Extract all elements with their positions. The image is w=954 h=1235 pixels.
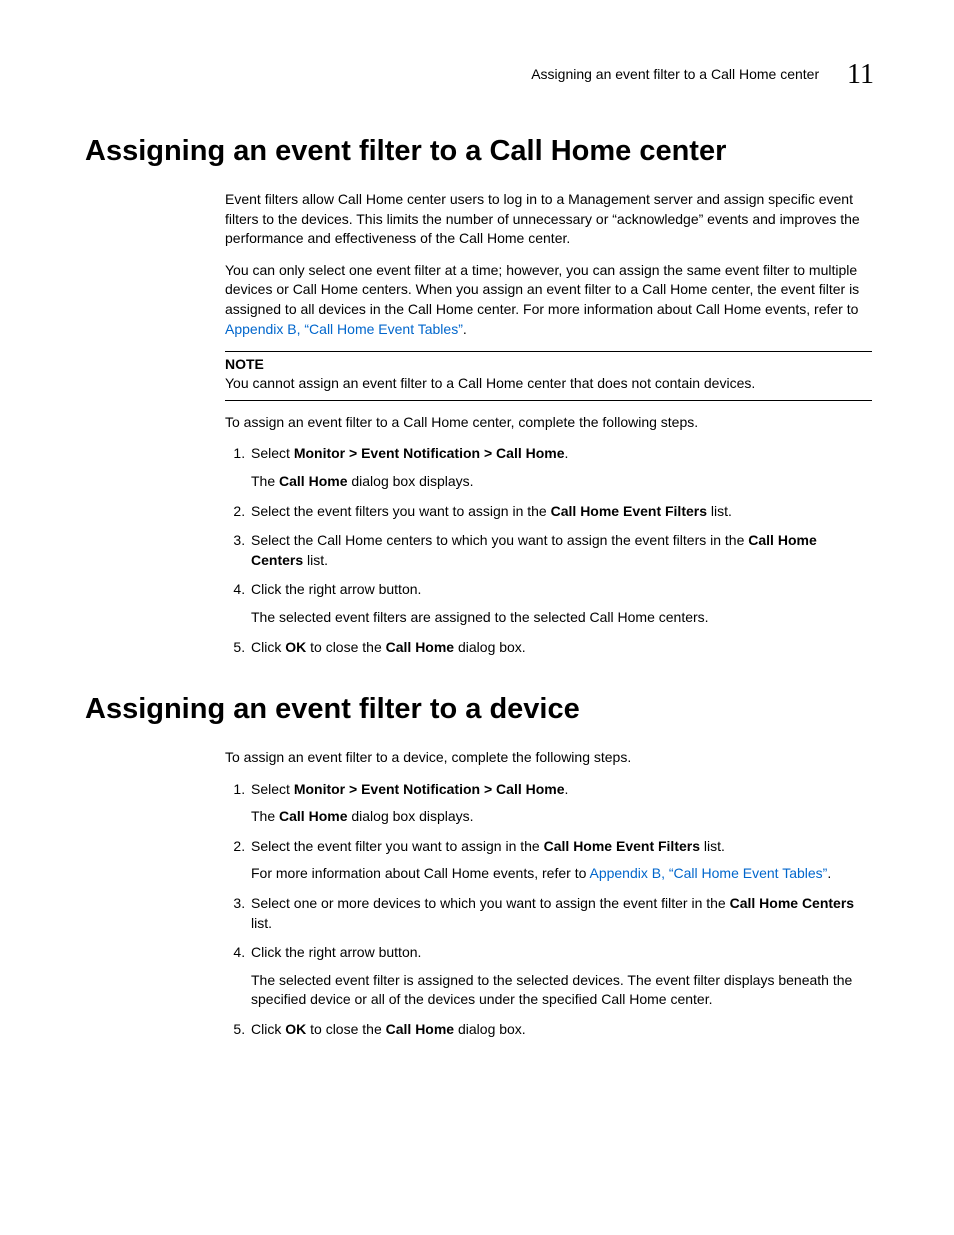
step-item: Click OK to close the Call Home dialog b… xyxy=(249,638,872,658)
paragraph: You can only select one event filter at … xyxy=(225,261,872,339)
step-item: Click OK to close the Call Home dialog b… xyxy=(249,1020,872,1040)
menu-path: Monitor > Event Notification > Call Home xyxy=(294,781,565,797)
document-page: Assigning an event filter to a Call Home… xyxy=(0,0,954,1235)
section-body: Event filters allow Call Home center use… xyxy=(225,190,872,657)
note-text: You cannot assign an event filter to a C… xyxy=(225,374,872,394)
paragraph: To assign an event filter to a device, c… xyxy=(225,748,872,768)
step-substep: The Call Home dialog box displays. xyxy=(251,807,872,827)
paragraph: Event filters allow Call Home center use… xyxy=(225,190,872,249)
step-item: Select the event filter you want to assi… xyxy=(249,837,872,884)
step-substep: The selected event filter is assigned to… xyxy=(251,971,872,1010)
step-substep: The selected event filters are assigned … xyxy=(251,608,872,628)
step-list: Select Monitor > Event Notification > Ca… xyxy=(225,780,872,1040)
note-label: NOTE xyxy=(225,356,872,372)
section-body: To assign an event filter to a device, c… xyxy=(225,748,872,1040)
paragraph: To assign an event filter to a Call Home… xyxy=(225,413,872,433)
step-substep: For more information about Call Home eve… xyxy=(251,864,872,884)
cross-reference-link[interactable]: Appendix B, “Call Home Event Tables” xyxy=(589,865,827,881)
note-block: NOTE You cannot assign an event filter t… xyxy=(225,351,872,401)
step-substep: The Call Home dialog box displays. xyxy=(251,472,872,492)
section-heading: Assigning an event filter to a device xyxy=(85,693,874,726)
running-header-title: Assigning an event filter to a Call Home… xyxy=(531,66,819,82)
cross-reference-link[interactable]: Appendix B, “Call Home Event Tables” xyxy=(225,321,463,337)
step-list: Select Monitor > Event Notification > Ca… xyxy=(225,444,872,657)
page-header: Assigning an event filter to a Call Home… xyxy=(85,55,874,87)
step-item: Select one or more devices to which you … xyxy=(249,894,872,933)
menu-path: Monitor > Event Notification > Call Home xyxy=(294,445,565,461)
page-number: 11 xyxy=(847,59,874,91)
step-item: Select Monitor > Event Notification > Ca… xyxy=(249,444,872,491)
section-heading: Assigning an event filter to a Call Home… xyxy=(85,135,874,168)
step-item: Click the right arrow button. The select… xyxy=(249,580,872,627)
step-item: Select the Call Home centers to which yo… xyxy=(249,531,872,570)
step-item: Select the event filters you want to ass… xyxy=(249,502,872,522)
step-item: Click the right arrow button. The select… xyxy=(249,943,872,1010)
step-item: Select Monitor > Event Notification > Ca… xyxy=(249,780,872,827)
